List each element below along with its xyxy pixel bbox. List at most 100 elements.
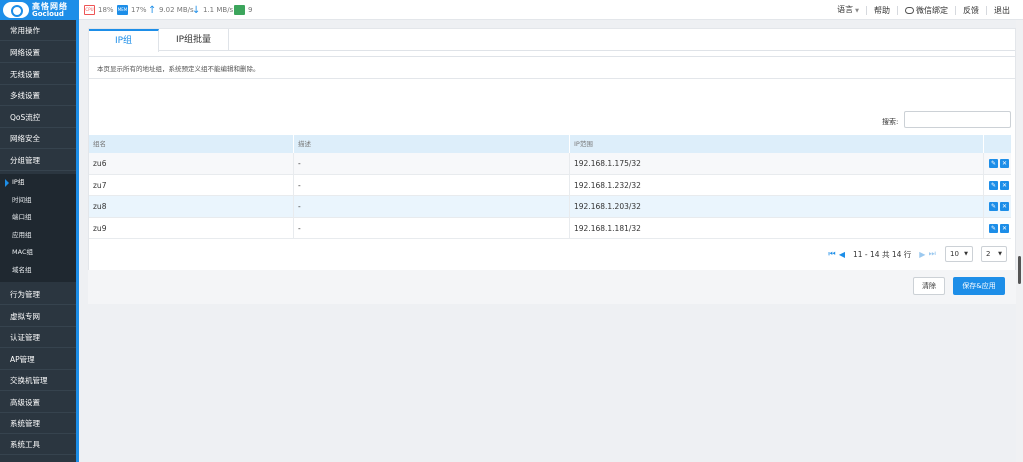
cell-name: zu9: [93, 223, 107, 233]
tab-ip-group-batch[interactable]: IP组批量: [159, 29, 229, 51]
first-page-icon[interactable]: ⏮: [827, 249, 837, 259]
cpu-status: CPU 18%: [84, 4, 114, 16]
next-page-icon[interactable]: ▶: [917, 250, 927, 259]
sidebar-item-system[interactable]: 系统管理: [0, 413, 76, 434]
divider: [89, 78, 1015, 79]
sidebar-item-multiline[interactable]: 多线设置: [0, 85, 76, 106]
chevron-down-icon: ▼: [964, 251, 968, 257]
sidebar-item-common[interactable]: 常用操作: [0, 20, 76, 41]
table-row[interactable]: zu7 - 192.168.1.232/32 ✎ ✕: [89, 174, 1011, 196]
content-area: 本页显示所有的地址组，系统预定义组不能编辑和删除。 搜索: 组名 描述 IP范围…: [89, 56, 1015, 294]
brand-logo[interactable]: 高恪网络 Gocloud: [0, 0, 79, 20]
sidebar-item-groups[interactable]: 分组管理: [0, 150, 76, 171]
edit-icon[interactable]: ✎: [989, 159, 998, 168]
upload-value: 9.02 MB/s: [159, 6, 194, 14]
delete-icon[interactable]: ✕: [1000, 202, 1009, 211]
edit-icon[interactable]: ✎: [989, 180, 998, 190]
terminal-count: 9: [248, 6, 253, 14]
sidebar-item-behavior[interactable]: 行为管理: [0, 284, 76, 305]
feedback-link[interactable]: 反馈: [955, 5, 986, 15]
cpu-icon: CPU: [84, 5, 95, 15]
brand-name-en: Gocloud: [32, 10, 64, 18]
tab-ip-group[interactable]: IP组: [89, 29, 159, 52]
column-header-description[interactable]: 描述: [293, 135, 569, 153]
language-menu[interactable]: 语言 ▼: [830, 5, 866, 16]
pagination-info: 11 - 14 共 14 行: [853, 249, 912, 259]
sidebar-item-qos[interactable]: QoS流控: [0, 107, 76, 128]
page-number-select[interactable]: 2 ▼: [981, 246, 1007, 262]
top-bar: 高恪网络 Gocloud CPU 18% MEM 17% ↑ 9.02 MB/s…: [0, 0, 1023, 20]
cell-ip-range: 192.168.1.203/32: [569, 196, 983, 218]
top-links: 语言 ▼ 帮助 微信绑定 反馈 退出: [830, 0, 1017, 20]
cpu-value: 18%: [98, 6, 114, 14]
column-header-actions: [983, 135, 1011, 153]
clear-button[interactable]: 清除: [913, 277, 945, 295]
sidebar-subitem-domain-group[interactable]: 域名组: [0, 262, 76, 280]
pagination: ⏮ ◀ 11 - 14 共 14 行 ▶ ⏭: [827, 245, 937, 263]
cell-description: -: [293, 174, 569, 196]
bottom-action-bar: 清除 保存&应用: [88, 270, 1016, 304]
tab-bar: IP组 IP组批量: [89, 29, 1015, 52]
edit-icon[interactable]: ✎: [989, 202, 998, 211]
page-number-value: 2: [986, 250, 991, 258]
sidebar-item-network[interactable]: 网络设置: [0, 42, 76, 63]
cell-ip-range: 192.168.1.181/32: [569, 217, 983, 239]
scrollbar-thumb[interactable]: [1018, 256, 1021, 284]
logout-link[interactable]: 退出: [986, 5, 1017, 15]
sidebar-item-auth[interactable]: 认证管理: [0, 327, 76, 348]
language-label: 语言: [837, 4, 854, 14]
chevron-down-icon: ▼: [855, 7, 859, 14]
page-size-select[interactable]: 10 ▼: [945, 246, 973, 262]
table-row[interactable]: zu6 - 192.168.1.175/32 ✎ ✕: [89, 153, 1011, 175]
wechat-icon: [905, 6, 914, 14]
cell-name: zu6: [93, 159, 107, 168]
wechat-label: 微信绑定: [916, 5, 948, 15]
sidebar-subitem-time-group[interactable]: 时间组: [0, 192, 76, 210]
upload-status: ↑ 9.02 MB/s: [148, 4, 194, 16]
sidebar-item-vpn[interactable]: 虚拟专网: [0, 306, 76, 327]
search-label: 搜索:: [882, 118, 899, 126]
sidebar: 常用操作 网络设置 无线设置 多线设置 QoS流控 网络安全 分组管理 IP组 …: [0, 20, 79, 462]
page-size-value: 10: [950, 250, 959, 258]
sidebar-subitem-mac-group[interactable]: MAC组: [0, 244, 76, 262]
last-page-icon[interactable]: ⏭: [927, 249, 937, 259]
save-apply-button[interactable]: 保存&应用: [953, 277, 1005, 295]
sidebar-item-wireless[interactable]: 无线设置: [0, 64, 76, 85]
table-header: 组名 描述 IP范围: [89, 135, 1011, 153]
table-row[interactable]: zu9 - 192.168.1.181/32 ✎ ✕: [89, 217, 1011, 239]
sidebar-accent-bar: [76, 20, 79, 462]
memory-value: 17%: [131, 6, 147, 14]
download-status: ↓ 1.1 MB/s: [192, 4, 233, 16]
search-input[interactable]: [904, 111, 1011, 128]
download-arrow-icon: ↓: [192, 5, 201, 16]
download-value: 1.1 MB/s: [203, 6, 234, 14]
cloud-icon: [3, 2, 29, 18]
page-scrollbar[interactable]: [1016, 20, 1023, 462]
main-panel: IP组 IP组批量 本页显示所有的地址组，系统预定义组不能编辑和删除。 搜索: …: [88, 28, 1016, 304]
cell-ip-range: 192.168.1.175/32: [569, 153, 983, 175]
memory-icon: MEM: [117, 5, 128, 15]
sidebar-subitem-port-group[interactable]: 端口组: [0, 209, 76, 227]
help-link[interactable]: 帮助: [866, 5, 897, 15]
sidebar-item-tools[interactable]: 系统工具: [0, 434, 76, 455]
delete-icon[interactable]: ✕: [1000, 180, 1009, 190]
edit-icon[interactable]: ✎: [989, 223, 998, 233]
cell-description: -: [293, 196, 569, 218]
column-header-name[interactable]: 组名: [89, 135, 293, 153]
sidebar-item-ap[interactable]: AP管理: [0, 349, 76, 370]
delete-icon[interactable]: ✕: [1000, 159, 1009, 168]
sidebar-subitem-ip-group[interactable]: IP组: [0, 174, 76, 192]
delete-icon[interactable]: ✕: [1000, 223, 1009, 233]
prev-page-icon[interactable]: ◀: [837, 250, 847, 259]
terminal-status: 9: [234, 4, 252, 16]
sidebar-subitem-app-group[interactable]: 应用组: [0, 227, 76, 245]
table-row[interactable]: zu8 - 192.168.1.203/32 ✎ ✕: [89, 196, 1011, 218]
sidebar-item-switch[interactable]: 交换机管理: [0, 370, 76, 391]
cell-ip-range: 192.168.1.232/32: [569, 174, 983, 196]
sidebar-item-advanced[interactable]: 高级设置: [0, 392, 76, 413]
column-header-ip-range[interactable]: IP范围: [569, 135, 983, 153]
wechat-bind-link[interactable]: 微信绑定: [897, 5, 955, 15]
upload-arrow-icon: ↑: [148, 5, 157, 16]
sidebar-item-security[interactable]: 网络安全: [0, 128, 76, 149]
monitor-icon: [234, 5, 245, 15]
